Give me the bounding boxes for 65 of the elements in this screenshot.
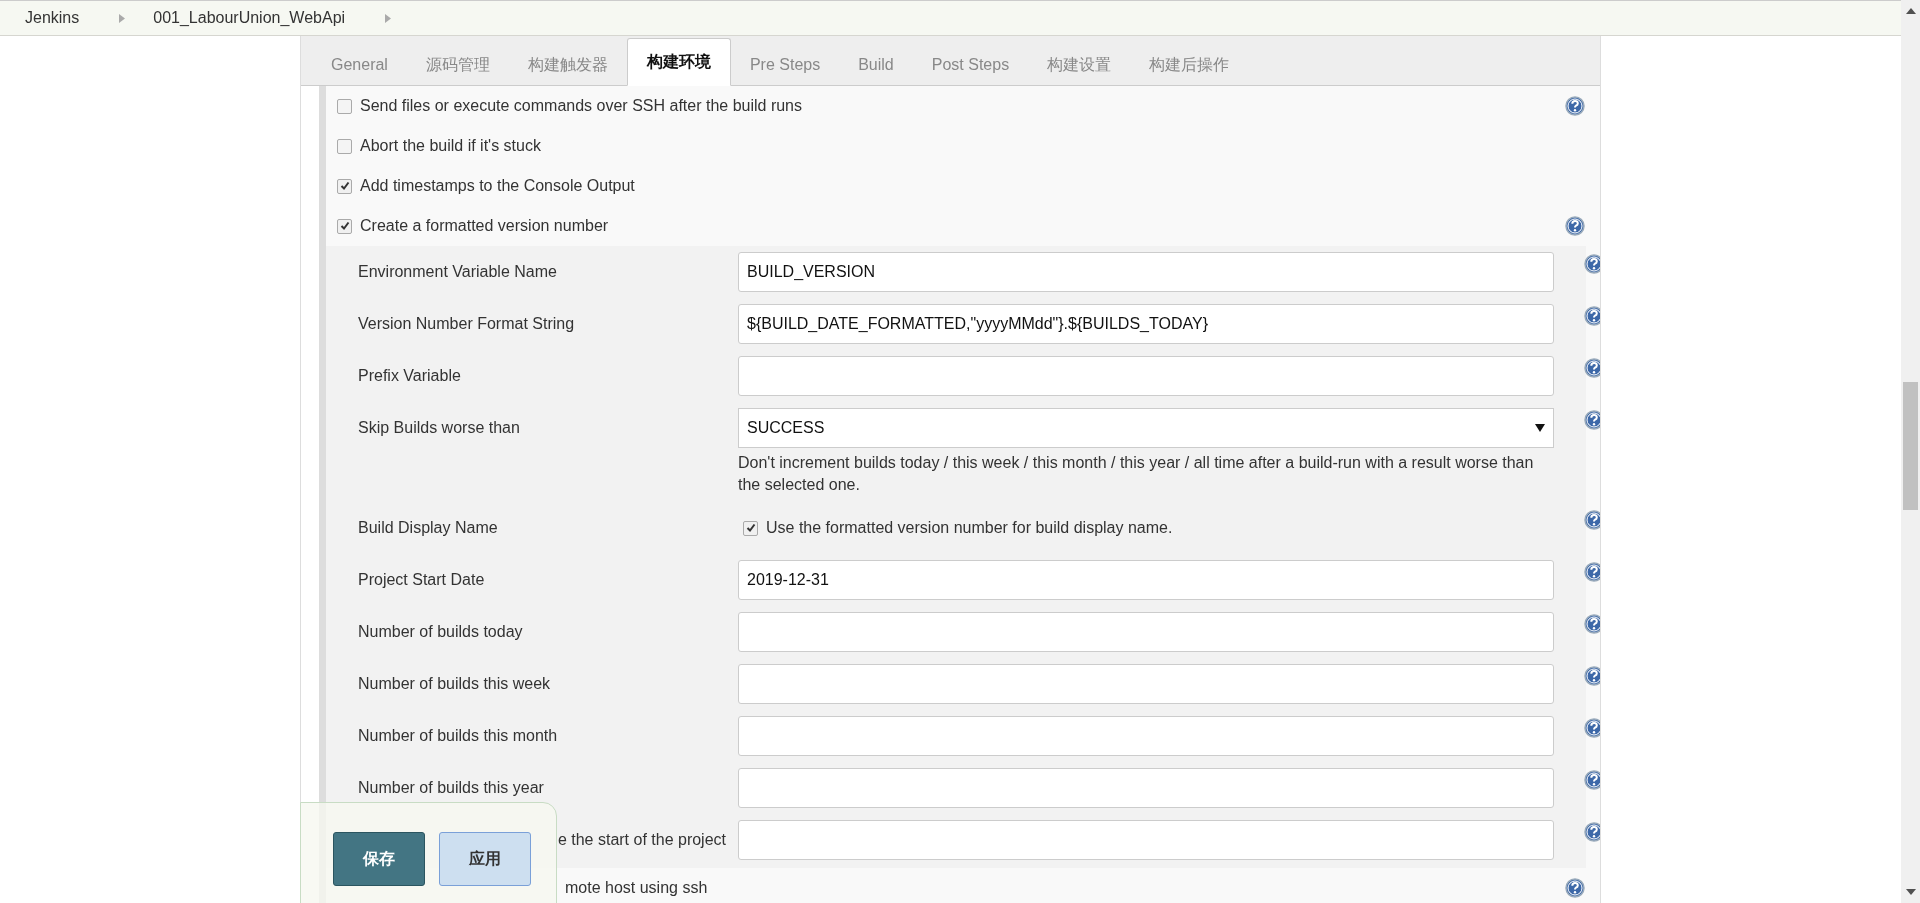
input-field[interactable]: 2019-12-31 xyxy=(738,560,1554,600)
scroll-up-icon[interactable] xyxy=(1905,8,1916,14)
tab[interactable]: 构建设置 xyxy=(1028,43,1131,86)
dropdown[interactable]: SUCCESS xyxy=(738,408,1554,448)
scrollbar[interactable] xyxy=(1901,0,1920,903)
field-label: Skip Builds worse than xyxy=(358,418,521,438)
help-icon[interactable] xyxy=(1584,254,1600,274)
field-label: Version Number Format String xyxy=(358,314,576,334)
checkbox[interactable] xyxy=(337,138,352,154)
help-icon[interactable] xyxy=(1584,718,1600,738)
help-icon[interactable] xyxy=(1584,666,1600,686)
tab[interactable]: 构建环境 xyxy=(626,38,731,86)
input-field[interactable] xyxy=(738,612,1554,652)
help-icon[interactable] xyxy=(1584,822,1600,842)
input-field[interactable] xyxy=(738,664,1554,704)
scroll-thumb[interactable] xyxy=(1903,382,1918,510)
checkbox[interactable] xyxy=(337,218,352,234)
save-button[interactable]: 保存 xyxy=(333,832,425,886)
field-label: Prefix Variable xyxy=(358,366,462,386)
checkbox[interactable] xyxy=(743,520,758,536)
option-label: Create a formatted version number xyxy=(360,217,609,235)
breadcrumb-link[interactable]: Jenkins xyxy=(25,9,80,27)
field-label: e the start of the project xyxy=(557,830,726,850)
checkbox[interactable] xyxy=(337,178,352,194)
tab[interactable]: Pre Steps xyxy=(730,43,840,86)
help-icon[interactable] xyxy=(1584,306,1600,326)
tab[interactable]: 源码管理 xyxy=(406,43,509,86)
caret-down-icon[interactable] xyxy=(1535,424,1545,432)
help-icon[interactable] xyxy=(1565,878,1585,898)
help-icon[interactable] xyxy=(1584,358,1600,378)
input-field[interactable] xyxy=(738,356,1554,396)
option-label: Send files or execute commands over SSH after the build runs xyxy=(360,97,802,115)
input-field[interactable]: BUILD_VERSION xyxy=(738,252,1554,292)
option-label: mote host using ssh xyxy=(565,879,708,897)
field-label: Number of builds this year xyxy=(358,778,545,798)
field-label: Number of builds today xyxy=(358,622,524,642)
help-icon[interactable] xyxy=(1584,510,1600,530)
checkbox-label: Use the formatted version number for build display name. xyxy=(766,519,1173,537)
apply-button[interactable]: 应用 xyxy=(439,832,531,886)
input-field[interactable]: ${BUILD_DATE_FORMATTED,"yyyyMMdd"}.${BUILDS_TODAY} xyxy=(738,304,1554,344)
field-label: Project Start Date xyxy=(358,570,486,590)
help-icon[interactable] xyxy=(1565,216,1585,236)
tab[interactable]: Build xyxy=(839,43,913,86)
help-icon[interactable] xyxy=(1584,614,1600,634)
field-label: Number of builds this week xyxy=(358,674,552,694)
option-label: Add timestamps to the Console Output xyxy=(360,177,635,195)
tab[interactable]: General xyxy=(312,43,407,86)
breadcrumb-link[interactable]: 001_LabourUnion_WebApi xyxy=(153,9,346,27)
help-icon[interactable] xyxy=(1584,562,1600,582)
scroll-down-icon[interactable] xyxy=(1905,889,1916,895)
option-label: Abort the build if it's stuck xyxy=(360,137,541,155)
checkbox[interactable] xyxy=(337,98,352,114)
help-icon[interactable] xyxy=(1565,96,1585,116)
field-description: Don't increment builds today / this week / this month / this year / all time after a build-run with a result worse than the selected one. xyxy=(738,453,1535,495)
help-icon[interactable] xyxy=(1584,410,1600,430)
field-label: Number of builds this month xyxy=(358,726,559,746)
input-field[interactable] xyxy=(738,768,1554,808)
tab[interactable]: Post Steps xyxy=(912,43,1029,86)
tab[interactable]: 构建后操作 xyxy=(1130,43,1249,86)
tab[interactable]: 构建触发器 xyxy=(508,43,627,86)
input-field[interactable] xyxy=(738,820,1554,860)
field-label: Build Display Name xyxy=(358,518,499,538)
field-label: Environment Variable Name xyxy=(358,262,558,282)
input-field[interactable] xyxy=(738,716,1554,756)
help-icon[interactable] xyxy=(1584,770,1600,790)
